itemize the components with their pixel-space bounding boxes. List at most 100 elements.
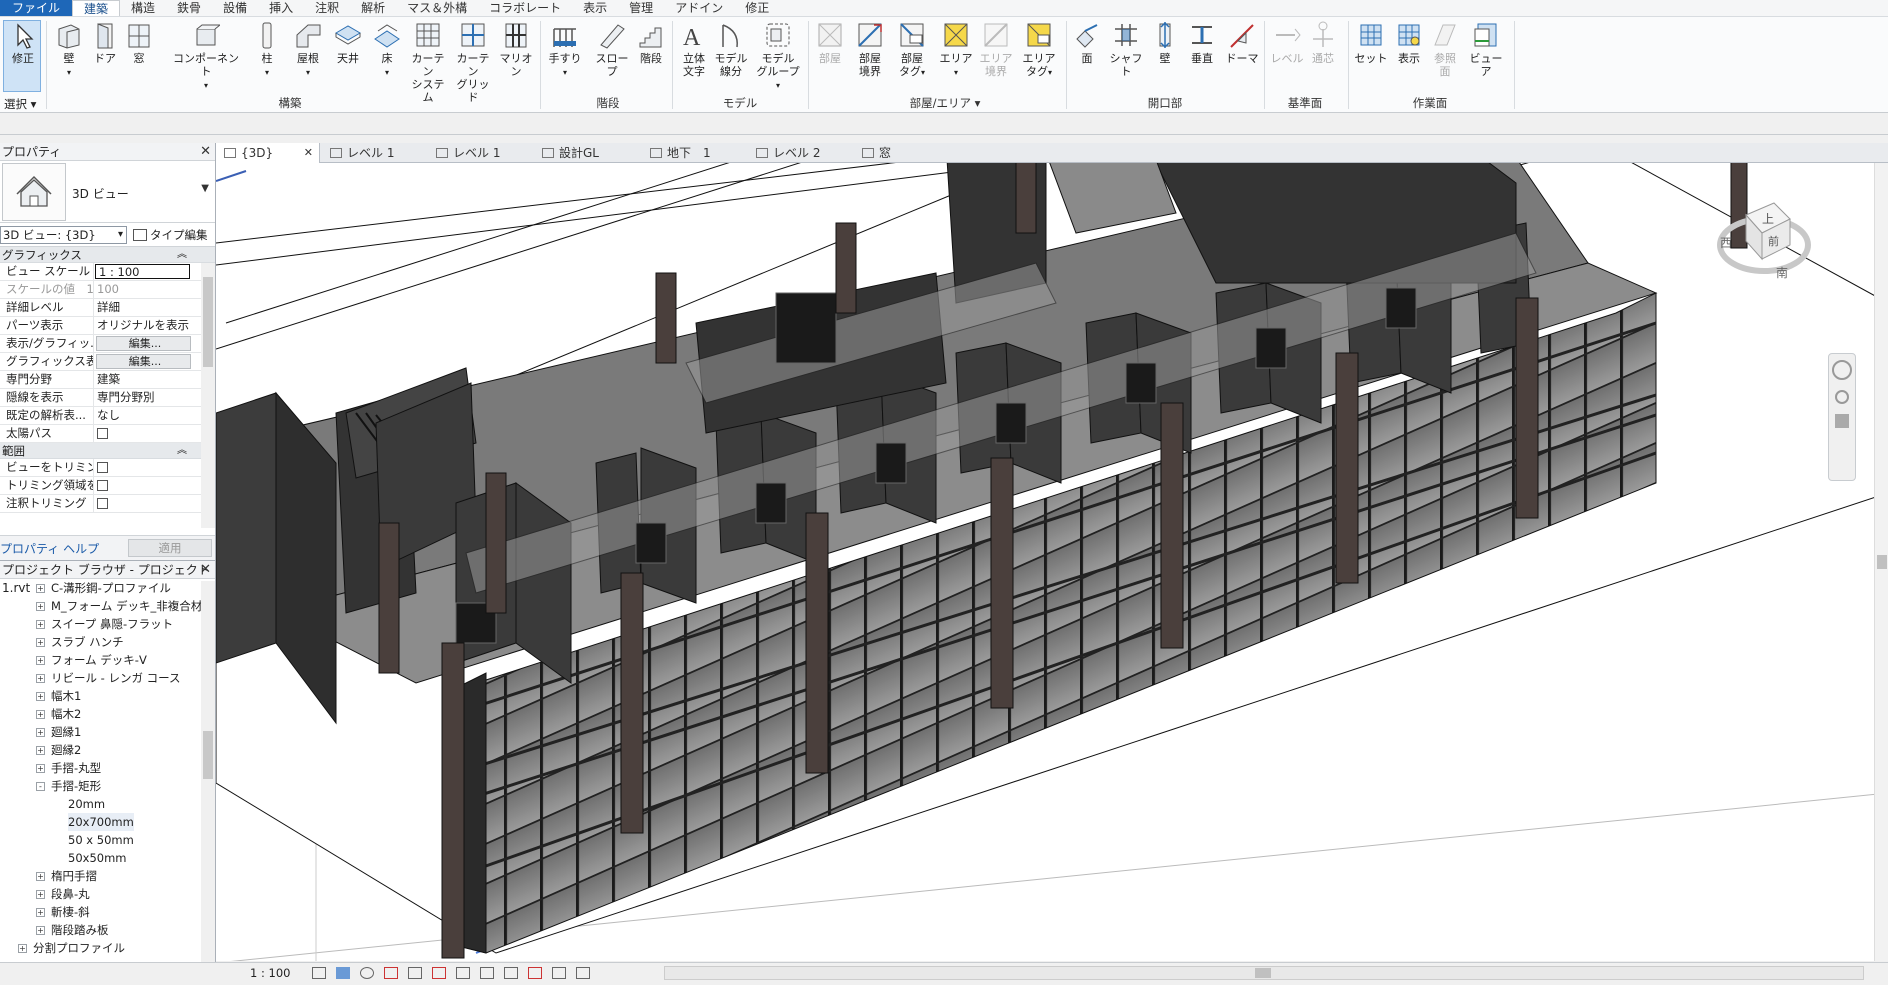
tab-massing-site[interactable]: マス＆外構 xyxy=(396,0,478,16)
modify-tool[interactable]: 修正 xyxy=(4,21,42,65)
properties-help-link[interactable]: プロパティ ヘルプ xyxy=(0,540,99,557)
window-button[interactable]: 窓 xyxy=(124,21,154,65)
checkbox[interactable] xyxy=(97,498,108,509)
canvas-vertical-scrollbar[interactable] xyxy=(1874,163,1888,961)
expand-icon[interactable]: + xyxy=(36,656,45,665)
area-tag-button[interactable]: エリア タグ▾ xyxy=(1020,21,1058,79)
view-tab[interactable]: レベル 2 xyxy=(748,143,852,163)
type-selector[interactable]: 3D ビュー ▼ xyxy=(0,161,215,223)
expand-icon[interactable]: + xyxy=(18,944,27,953)
tab-manage[interactable]: 管理 xyxy=(618,0,664,16)
temporary-properties-icon[interactable] xyxy=(552,967,566,979)
tree-item[interactable]: 50x50mm xyxy=(0,849,215,867)
checkbox[interactable] xyxy=(97,462,108,473)
tree-item[interactable]: 20mm xyxy=(0,795,215,813)
expand-icon[interactable]: + xyxy=(36,638,45,647)
shaft-button[interactable]: シャフト xyxy=(1106,21,1146,78)
tab-modify[interactable]: 修正 xyxy=(734,0,780,16)
tree-item[interactable]: 20x700mm xyxy=(0,813,215,831)
view-tab[interactable]: レベル 1 xyxy=(322,143,426,163)
ramp-button[interactable]: スロープ xyxy=(592,21,632,78)
tree-item[interactable]: + 分割プロファイル xyxy=(0,939,215,957)
checkbox[interactable] xyxy=(97,480,108,491)
viewcube[interactable]: 上 前 西 南 xyxy=(1716,185,1812,281)
zoom-icon[interactable] xyxy=(1835,390,1849,404)
ceiling-button[interactable]: 天井 xyxy=(332,21,364,65)
model-group-button[interactable]: モデル グループ▾ xyxy=(756,21,800,92)
tree-item[interactable]: + 廻縁2 xyxy=(0,741,215,759)
model-line-button[interactable]: モデル 線分 xyxy=(714,21,748,78)
scrollbar-thumb[interactable] xyxy=(203,731,213,779)
visual-style-icon[interactable] xyxy=(336,967,350,979)
tree-item[interactable]: + 楕円手摺 xyxy=(0,867,215,885)
view-tab[interactable]: レベル 1 xyxy=(428,143,532,163)
wall-button[interactable]: 壁 ▾ xyxy=(54,21,84,79)
door-button[interactable]: ドア xyxy=(90,21,120,65)
expand-icon[interactable]: + xyxy=(36,728,45,737)
by-face-button[interactable]: 面 xyxy=(1072,21,1102,65)
navigation-bar[interactable] xyxy=(1828,353,1856,481)
expand-icon[interactable]: + xyxy=(36,872,45,881)
model-text-button[interactable]: A 立体 文字 xyxy=(678,21,710,78)
tab-structure[interactable]: 構造 xyxy=(120,0,166,16)
mullion-button[interactable]: マリオン xyxy=(496,21,536,78)
canvas-horizontal-scrollbar[interactable] xyxy=(664,966,1864,980)
expand-icon[interactable]: + xyxy=(36,710,45,719)
extents-section-header[interactable]: 範囲 ︽ xyxy=(0,443,215,459)
detail-level-icon[interactable] xyxy=(312,967,326,979)
tab-analyze[interactable]: 解析 xyxy=(350,0,396,16)
curtain-grid-button[interactable]: カーテン グリッド xyxy=(452,21,494,104)
render-icon[interactable] xyxy=(408,967,422,979)
tab-systems[interactable]: 設備 xyxy=(212,0,258,16)
roof-button[interactable]: 屋根 ▾ xyxy=(292,21,324,79)
scrollbar-thumb[interactable] xyxy=(1255,968,1271,978)
vertical-button[interactable]: 垂直 xyxy=(1186,21,1218,65)
tab-addins[interactable]: アドイン xyxy=(664,0,734,16)
tree-item[interactable]: + 手摺-丸型 xyxy=(0,759,215,777)
area-boundary-button[interactable]: エリア 境界 xyxy=(978,21,1014,78)
expand-icon[interactable]: + xyxy=(36,926,45,935)
view-tab[interactable]: 設計GL xyxy=(534,143,640,163)
view-scale[interactable]: 1 : 100 xyxy=(250,966,290,980)
level-button[interactable]: レベル xyxy=(1270,21,1304,65)
tree-item[interactable]: + 廻縁1 xyxy=(0,723,215,741)
model-canvas[interactable]: 上 前 西 南 xyxy=(216,163,1888,961)
wall-opening-button[interactable]: 壁 xyxy=(1150,21,1180,65)
edit-type-button[interactable]: タイプ編集 xyxy=(133,225,208,245)
room-button[interactable]: 部屋 xyxy=(814,21,846,65)
close-icon[interactable]: ✕ xyxy=(200,143,211,161)
tree-item[interactable]: + 階段踏み板 xyxy=(0,921,215,939)
expand-icon[interactable]: + xyxy=(36,692,45,701)
expand-icon[interactable]: + xyxy=(36,890,45,899)
show-workplane-button[interactable]: 表示 xyxy=(1392,21,1426,65)
expand-icon[interactable]: + xyxy=(36,764,45,773)
select-dropdown[interactable]: 選択 ▾ xyxy=(4,96,36,112)
view-tab[interactable]: 窓 xyxy=(854,143,934,163)
expand-icon[interactable]: + xyxy=(36,746,45,755)
view-tab[interactable]: {3D} ✕ xyxy=(216,143,320,163)
scrollbar-thumb[interactable] xyxy=(203,277,213,367)
tree-item[interactable]: + リビール - レンガ コース xyxy=(0,669,215,687)
lock-view-icon[interactable] xyxy=(480,967,494,979)
tab-architecture[interactable]: 建築 xyxy=(72,0,121,16)
steering-wheel-icon[interactable] xyxy=(1832,360,1852,380)
component-button[interactable]: コンポーネント ▾ xyxy=(170,21,242,92)
close-icon[interactable]: ✕ xyxy=(200,561,211,579)
collapse-icon[interactable]: - xyxy=(36,782,45,791)
dormer-button[interactable]: ドーマ xyxy=(1224,21,1260,65)
expand-icon[interactable]: + xyxy=(36,674,45,683)
tree-item[interactable]: - 手摺-矩形 xyxy=(0,777,215,795)
sun-path-icon[interactable] xyxy=(360,967,374,979)
room-area-group-label[interactable]: 部屋/エリア ▾ xyxy=(870,95,1020,111)
room-tag-button[interactable]: 部屋 タグ▾ xyxy=(894,21,930,79)
edit-button[interactable]: 編集... xyxy=(96,336,191,351)
ref-plane-button[interactable]: 参照面 xyxy=(1430,21,1460,78)
view-tab[interactable]: 地下 1 xyxy=(642,143,746,163)
apply-button[interactable]: 適用 xyxy=(128,539,212,557)
room-separator-button[interactable]: 部屋 境界 xyxy=(852,21,888,78)
tab-insert[interactable]: 挿入 xyxy=(258,0,304,16)
floor-button[interactable]: 床 ▾ xyxy=(372,21,402,79)
tree-item[interactable]: + M_フォーム デッキ_非複合材: xyxy=(0,597,215,615)
tree-item[interactable]: + 幅木2 xyxy=(0,705,215,723)
curtain-system-button[interactable]: カーテン システム xyxy=(407,21,449,104)
